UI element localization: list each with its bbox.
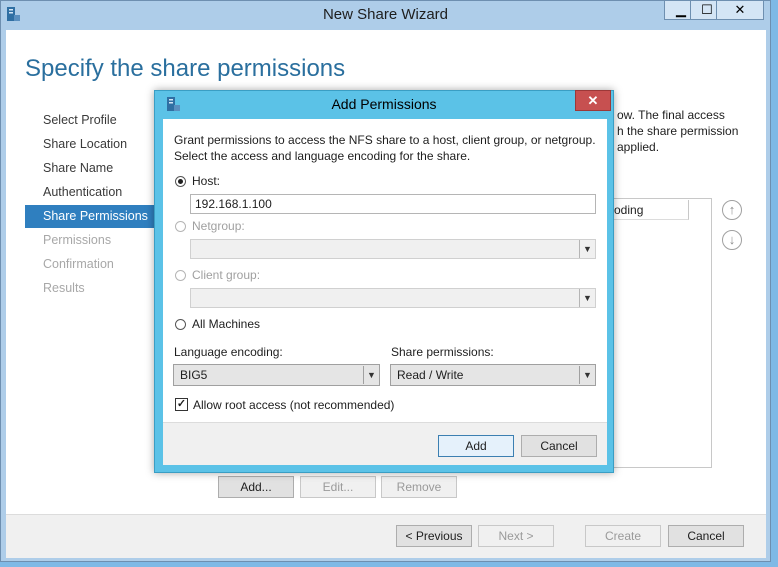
table-header-label: oding (614, 203, 644, 217)
description-line-3: applied. (617, 140, 660, 154)
all-machines-radio[interactable] (175, 319, 186, 330)
description-line-1: ow. The final access (617, 108, 725, 122)
cancel-button[interactable]: Cancel (668, 525, 744, 547)
language-encoding-select[interactable]: BIG5 ▼ (173, 364, 380, 386)
edit-button[interactable]: Edit... (300, 476, 376, 498)
move-down-icon[interactable]: ↓ (722, 230, 742, 250)
move-up-icon[interactable]: ↑ (722, 200, 742, 220)
root-access-checkbox[interactable]: ✓ (175, 398, 188, 411)
create-button[interactable]: Create (585, 525, 661, 547)
chevron-down-icon: ▼ (579, 289, 595, 307)
step-share-permissions[interactable]: Share Permissions (43, 209, 148, 223)
netgroup-radio[interactable] (175, 221, 186, 232)
dialog-close-button[interactable]: ✕ (575, 90, 611, 111)
chevron-down-icon: ▼ (579, 366, 595, 384)
dialog-intro-line-1: Grant permissions to access the NFS shar… (174, 133, 596, 147)
language-encoding-label: Language encoding: (174, 345, 283, 359)
netgroup-label: Netgroup: (192, 219, 245, 233)
step-authentication[interactable]: Authentication (43, 185, 122, 199)
netgroup-select[interactable]: ▼ (190, 239, 596, 259)
step-share-name[interactable]: Share Name (43, 161, 113, 175)
dialog-title: Add Permissions (331, 96, 437, 112)
dialog-add-button[interactable]: Add (438, 435, 514, 457)
share-permissions-label: Share permissions: (391, 345, 494, 359)
add-button[interactable]: Add... (218, 476, 294, 498)
host-radio[interactable] (175, 176, 186, 187)
description-line-2: h the share permission (617, 124, 739, 138)
previous-button[interactable]: < Previous (396, 525, 472, 547)
table-header-encoding[interactable]: oding (614, 200, 689, 220)
remove-button[interactable]: Remove (381, 476, 457, 498)
window-title: New Share Wizard (322, 6, 449, 23)
step-permissions: Permissions (43, 233, 112, 247)
step-confirmation: Confirmation (43, 257, 114, 271)
host-label: Host: (192, 174, 221, 188)
chevron-down-icon: ▼ (579, 240, 595, 258)
step-select-profile[interactable]: Select Profile (43, 113, 117, 127)
client-group-radio[interactable] (175, 270, 186, 281)
all-machines-label: All Machines (192, 317, 261, 331)
client-group-select[interactable]: ▼ (190, 288, 596, 308)
dialog-intro-line-2: Select the access and language encoding … (174, 149, 471, 163)
host-input[interactable]: 192.168.1.100 (190, 194, 596, 214)
close-button[interactable]: ✕ (716, 0, 764, 20)
step-results: Results (43, 281, 85, 295)
client-group-label: Client group: (192, 268, 261, 282)
language-encoding-value: BIG5 (180, 368, 208, 382)
step-share-location[interactable]: Share Location (43, 137, 127, 151)
next-button[interactable]: Next > (478, 525, 554, 547)
dialog-cancel-button[interactable]: Cancel (521, 435, 597, 457)
chevron-down-icon: ▼ (363, 366, 379, 384)
share-permissions-select[interactable]: Read / Write ▼ (390, 364, 596, 386)
root-access-label: Allow root access (not recommended) (193, 398, 395, 412)
page-title: Specify the share permissions (25, 55, 346, 82)
share-permissions-value: Read / Write (397, 368, 464, 382)
